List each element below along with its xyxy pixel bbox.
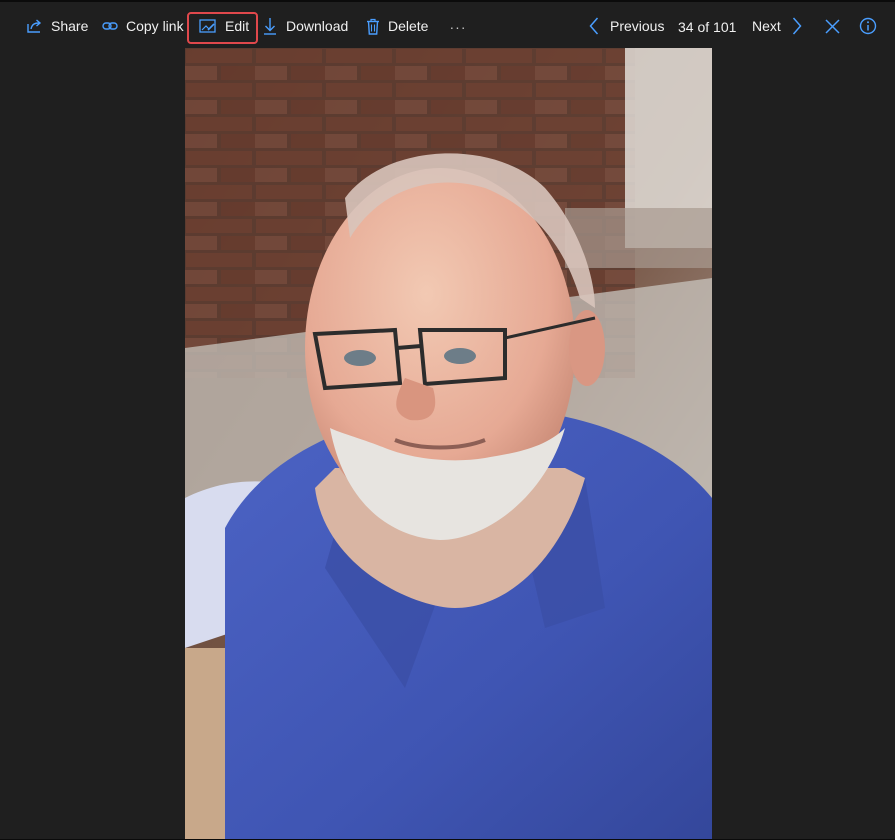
info-icon	[859, 17, 877, 35]
info-button[interactable]	[859, 11, 877, 41]
edit-button[interactable]: Edit	[199, 11, 249, 41]
portrait-photo[interactable]	[185, 48, 712, 839]
copy-link-label: Copy link	[126, 18, 184, 34]
chevron-right-icon	[792, 17, 802, 35]
toolbar: Share Copy link Edit Download Delete ···…	[0, 4, 895, 48]
link-icon	[102, 19, 118, 33]
share-button[interactable]: Share	[26, 11, 88, 41]
chevron-left-icon	[589, 17, 599, 35]
download-label: Download	[286, 18, 349, 34]
download-button[interactable]: Download	[263, 11, 348, 41]
edit-image-icon	[199, 18, 217, 34]
previous-label: Previous	[610, 18, 665, 34]
close-icon	[825, 18, 840, 34]
share-icon	[26, 18, 43, 34]
close-button[interactable]	[825, 11, 840, 41]
previous-button[interactable]: Previous	[589, 11, 664, 41]
trash-icon	[366, 18, 380, 35]
more-options-button[interactable]: ···	[449, 12, 467, 42]
delete-label: Delete	[388, 18, 429, 34]
delete-button[interactable]: Delete	[366, 11, 428, 41]
share-label: Share	[51, 18, 89, 34]
next-label: Next	[752, 18, 781, 34]
next-button[interactable]: Next	[752, 11, 802, 41]
copy-link-button[interactable]: Copy link	[102, 11, 184, 41]
edit-label: Edit	[225, 18, 250, 34]
image-viewer	[0, 48, 895, 839]
photo-counter: 34 of 101	[678, 19, 737, 35]
download-icon	[263, 17, 277, 35]
photo-viewer-window: Share Copy link Edit Download Delete ···…	[0, 0, 895, 840]
